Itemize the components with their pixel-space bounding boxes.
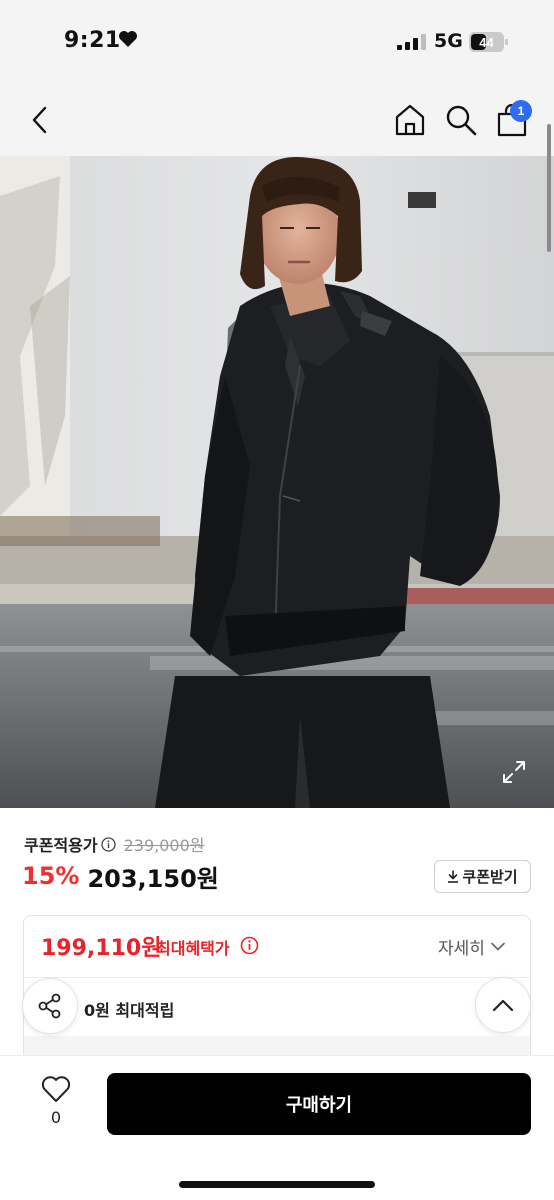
share-icon	[38, 993, 61, 1019]
battery-level: 44	[479, 35, 494, 50]
original-price: 239,000원	[123, 836, 205, 855]
battery-icon: 44	[469, 32, 508, 52]
max-points: 0원 최대적립	[84, 1001, 175, 1020]
scroll-indicator[interactable]	[547, 124, 551, 252]
cart-badge: 1	[510, 100, 532, 122]
chevron-up-icon	[492, 999, 514, 1012]
heart-icon	[119, 31, 137, 47]
like-count: 0	[50, 1108, 62, 1127]
home-icon[interactable]	[392, 102, 428, 138]
coupon-download-button[interactable]: 쿠폰받기	[434, 860, 531, 893]
buy-button-label: 구매하기	[285, 1095, 353, 1116]
sale-price-row: 15% 203,150원	[22, 858, 219, 894]
max-benefit-row[interactable]: 199,110원 최대혜택가 자세히	[24, 916, 530, 978]
points-row: 0원 최대적립	[24, 978, 530, 1036]
info-icon[interactable]	[100, 836, 116, 852]
info-icon[interactable]	[240, 936, 259, 955]
coupon-button-label: 쿠폰받기	[462, 868, 518, 886]
network-label: 5G	[434, 30, 463, 52]
max-benefit-price: 199,110원	[41, 936, 162, 961]
scroll-top-button[interactable]	[475, 977, 531, 1033]
product-image[interactable]	[0, 156, 554, 808]
search-icon[interactable]	[443, 102, 479, 138]
detail-link-label: 자세히	[438, 939, 485, 959]
home-indicator[interactable]	[179, 1181, 375, 1188]
download-icon	[448, 870, 459, 883]
coupon-price-label: 쿠폰적용가	[24, 836, 98, 855]
heart-outline-icon[interactable]	[41, 1075, 71, 1103]
share-button[interactable]	[22, 978, 78, 1034]
expand-icon[interactable]	[499, 757, 529, 787]
back-chevron-icon[interactable]	[24, 104, 56, 136]
status-bar: 9:21 5G 44	[0, 0, 554, 84]
product-photo	[0, 156, 554, 808]
detail-link[interactable]: 자세히	[438, 934, 505, 959]
coupon-price-row: 쿠폰적용가 239,000원	[24, 832, 205, 856]
status-time: 9:21	[64, 28, 121, 53]
chevron-down-icon	[491, 942, 505, 951]
max-benefit-label: 최대혜택가	[156, 939, 230, 958]
nav-bar: 1	[0, 84, 554, 156]
buy-button[interactable]: 구매하기	[107, 1073, 531, 1135]
signal-icon	[397, 34, 426, 50]
discount-rate: 15%	[22, 862, 80, 890]
benefit-box: 199,110원 최대혜택가 자세히 0원 최대적립	[23, 915, 531, 1065]
sale-price: 203,150원	[87, 864, 219, 893]
